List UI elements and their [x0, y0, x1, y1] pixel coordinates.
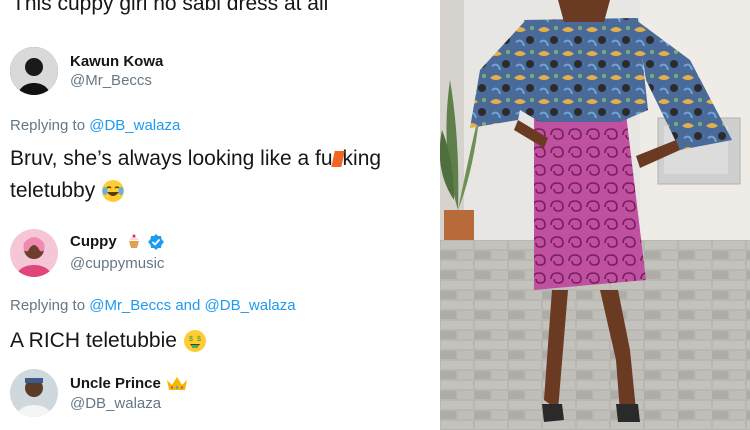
mention-link[interactable]: @DB_walaza — [89, 117, 180, 134]
mention-link[interactable]: @Mr_Beccs — [89, 297, 171, 314]
replying-prefix: Replying to — [10, 117, 86, 134]
avatar[interactable] — [10, 369, 58, 417]
laughing-tears-emoji-icon — [102, 180, 125, 203]
avatar-cuppy-icon — [10, 229, 58, 277]
replying-and: and — [175, 297, 201, 314]
crown-emoji-icon — [167, 377, 187, 390]
author-name[interactable]: Kawun Kowa — [70, 53, 163, 70]
author-handle[interactable]: @cuppymusic — [70, 255, 164, 272]
woman-in-ankara-outfit-photo-icon — [440, 0, 750, 430]
cupcake-emoji-icon — [129, 234, 139, 248]
replying-prefix: Replying to — [10, 297, 86, 314]
money-mouth-emoji-icon: $ $ — [183, 330, 206, 353]
top-tweet-text: This cuppy girl no sabi dress at all — [12, 0, 329, 15]
photo — [440, 0, 750, 430]
replying-to: Replying to @DB_walaza — [10, 117, 180, 134]
svg-text:$: $ — [189, 336, 193, 343]
author-name[interactable]: Uncle Prince — [70, 375, 161, 392]
tweet-text-part: A RICH teletubbie — [10, 329, 177, 352]
tweet-text-part: Bruv, she’s always looking like a fu — [10, 147, 333, 170]
author-name[interactable]: Cuppy — [70, 233, 117, 250]
tweet-text: Bruv, she’s always looking like a fu king — [10, 147, 381, 171]
mention-link[interactable]: @DB_walaza — [205, 297, 296, 314]
replying-to: Replying to @Mr_Beccs and @DB_walaza — [10, 297, 296, 314]
avatar[interactable] — [10, 229, 58, 277]
verified-badge-icon — [148, 234, 164, 250]
tweet-thread: This cuppy girl no sabi dress at all Kaw… — [0, 0, 440, 430]
avatar-uncle-prince-icon — [10, 369, 58, 417]
avatar-kawun-kowa-icon — [10, 47, 58, 95]
svg-text:$: $ — [197, 336, 201, 343]
tweet-text-part: king — [342, 147, 382, 170]
author-name-row: Cuppy — [70, 233, 117, 250]
author-handle[interactable]: @Mr_Beccs — [70, 72, 152, 89]
tweet-text: A RICH teletubbie $ $ — [10, 329, 207, 353]
tweet-text-part: teletubby — [10, 179, 96, 202]
avatar[interactable] — [10, 47, 58, 95]
tweet-text-line2: teletubby — [10, 179, 125, 203]
author-handle[interactable]: @DB_walaza — [70, 395, 161, 412]
